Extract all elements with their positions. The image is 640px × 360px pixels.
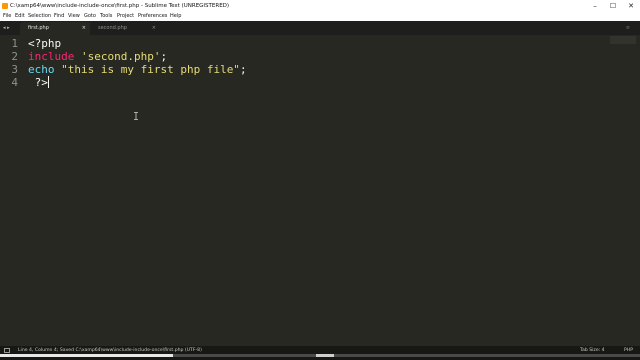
code-token-plain: ; (160, 50, 168, 63)
menu-preferences[interactable]: Preferences (138, 12, 167, 21)
tab-bar: ◂ ▸ first.php × second.php × ≡ (0, 21, 640, 36)
video-progress-fill (0, 354, 173, 357)
code-line: 3 echo "this is my first php file"; (0, 63, 600, 76)
code-token-str: "this is my first php file" (61, 63, 240, 76)
code-token-plain: ; (239, 63, 247, 76)
tab-close-icon[interactable]: × (82, 22, 86, 35)
line-number: 1 (11, 37, 18, 50)
code-token-echo: echo (28, 63, 55, 76)
code-text: echo "this is my first php file"; (28, 63, 247, 76)
tab-second-php[interactable]: second.php × (90, 22, 162, 35)
code-line: 2 include 'second.php'; (0, 50, 600, 63)
status-bar: Line 4, Column 4; Saved C:\xamp64\www\in… (0, 346, 640, 360)
code-token-plain: <?php (28, 37, 62, 50)
code-token-plain: ?> (28, 76, 48, 89)
minimize-button[interactable]: – (586, 0, 604, 12)
code-text: include 'second.php'; (28, 50, 167, 63)
menu-find[interactable]: Find (54, 12, 64, 21)
window-title-bar: C:\xamp64\www\include-include-once\first… (0, 0, 640, 12)
maximize-button[interactable]: ☐ (604, 0, 622, 12)
menu-file[interactable]: File (3, 12, 11, 21)
menu-bar: File Edit Selection Find View Goto Tools… (0, 12, 640, 21)
window-title: C:\xamp64\www\include-include-once\first… (10, 3, 230, 9)
minimap[interactable] (610, 36, 636, 44)
code-line: 4 ?> (0, 76, 600, 89)
panel-toggle-icon[interactable] (4, 348, 10, 353)
text-cursor-icon (134, 112, 138, 120)
tab-overflow-menu-icon[interactable]: ≡ (626, 21, 630, 35)
progress-scrubber-handle[interactable] (316, 354, 334, 357)
sublime-app-icon (2, 3, 8, 9)
code-text: ?> (28, 76, 49, 89)
menu-goto[interactable]: Goto (84, 12, 96, 21)
text-caret (47, 76, 49, 88)
tab-first-php[interactable]: first.php × (20, 22, 92, 35)
code-text: <?php (28, 37, 61, 50)
menu-selection[interactable]: Selection (28, 12, 51, 21)
close-button[interactable]: ✕ (622, 0, 640, 12)
line-number: 3 (11, 63, 18, 76)
menu-help[interactable]: Help (170, 12, 181, 21)
code-token-include: include (28, 50, 75, 63)
menu-edit[interactable]: Edit (15, 12, 25, 21)
code-token-str: 'second.php' (80, 50, 161, 63)
tab-close-icon[interactable]: × (152, 22, 156, 35)
line-number: 4 (11, 76, 18, 89)
menu-tools[interactable]: Tools (100, 12, 112, 21)
code-editor[interactable]: 1 <?php 2 include 'second.php'; 3 echo "… (0, 35, 640, 346)
tab-nav-arrows-icon[interactable]: ◂ ▸ (3, 21, 10, 35)
menu-project[interactable]: Project (117, 12, 134, 21)
tab-label: second.php (98, 25, 127, 31)
line-number: 2 (11, 50, 18, 63)
menu-view[interactable]: View (68, 12, 80, 21)
tab-label: first.php (28, 25, 49, 31)
code-line: 1 <?php (0, 37, 600, 50)
